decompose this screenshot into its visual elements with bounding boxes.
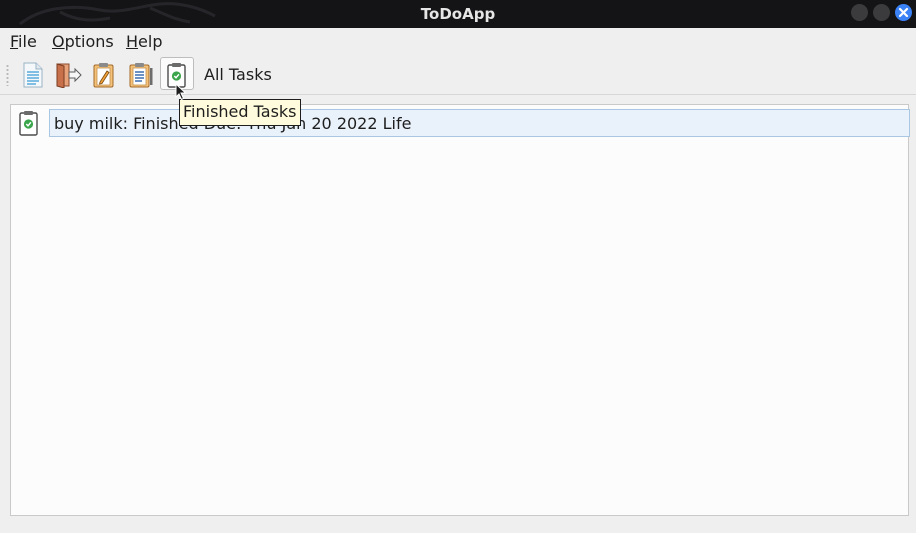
- task-list[interactable]: buy milk: Finished Due: Thu Jan 20 2022 …: [10, 104, 910, 516]
- exit-button[interactable]: [52, 58, 82, 90]
- menu-options-accelerator: O: [52, 32, 65, 51]
- mouse-cursor-icon: [175, 83, 187, 101]
- finished-task-icon: [19, 111, 38, 136]
- tooltip: Finished Tasks: [179, 99, 301, 126]
- list-item[interactable]: buy milk: Finished Due: Thu Jan 20 2022 …: [15, 108, 910, 138]
- new-document-icon: [23, 62, 43, 88]
- menu-file[interactable]: File: [10, 32, 37, 52]
- title-bar[interactable]: ToDoApp: [0, 0, 916, 28]
- menu-bar: File Options Help: [0, 28, 916, 54]
- menu-options-label: ptions: [64, 32, 114, 51]
- toolbar: All Tasks: [0, 54, 916, 95]
- all-tasks-clipboard-icon: [129, 63, 153, 88]
- menu-help-accelerator: H: [126, 32, 139, 51]
- window-title: ToDoApp: [420, 5, 496, 23]
- edit-task-button[interactable]: [89, 58, 119, 90]
- close-icon: [898, 7, 909, 18]
- toolbar-grip-handle[interactable]: [6, 64, 9, 86]
- maximize-button[interactable]: [873, 4, 890, 21]
- all-tasks-button[interactable]: [125, 58, 155, 90]
- current-view-label: All Tasks: [204, 65, 272, 84]
- new-task-button[interactable]: [18, 58, 48, 90]
- minimize-button[interactable]: [851, 4, 868, 21]
- close-button[interactable]: [895, 4, 912, 21]
- menu-file-label: ile: [18, 32, 37, 51]
- exit-door-icon: [56, 63, 82, 88]
- menu-help-label: elp: [138, 32, 163, 51]
- menu-file-accelerator: F: [10, 32, 19, 51]
- edit-clipboard-icon: [93, 63, 114, 88]
- menu-options[interactable]: Options: [52, 32, 114, 52]
- menu-help[interactable]: Help: [126, 32, 162, 52]
